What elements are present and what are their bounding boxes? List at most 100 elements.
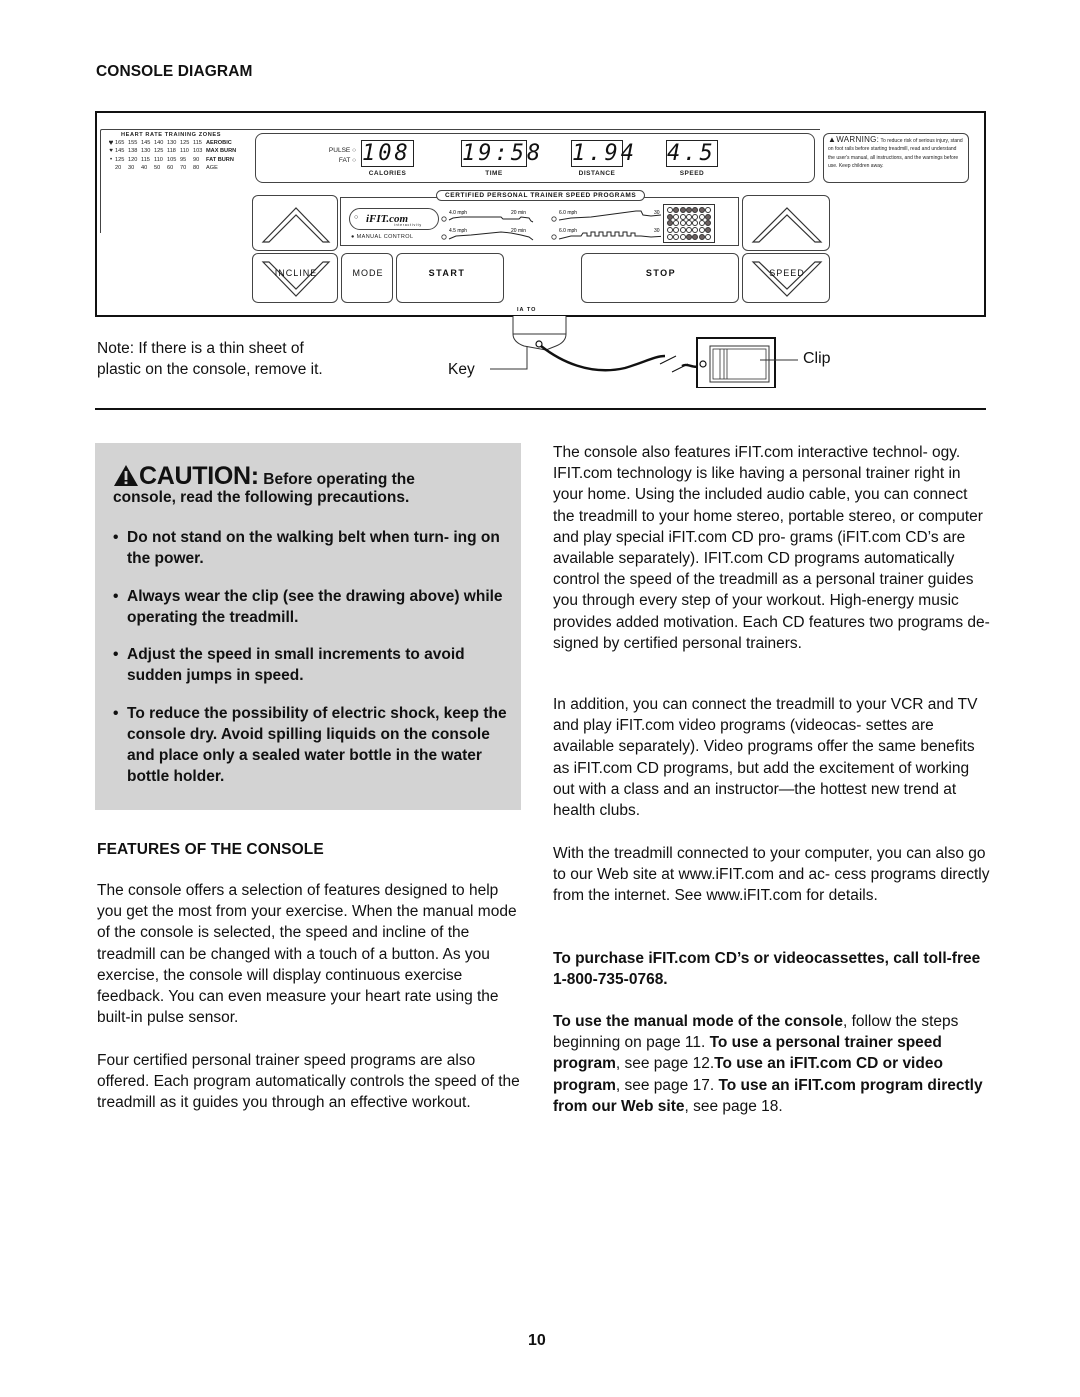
ifit-button[interactable]: ○ iFIT.com interactivity: [349, 208, 439, 230]
mode-label: MODE: [352, 268, 384, 278]
matrix-led-on: [673, 207, 680, 214]
led-display-calories: 108: [361, 140, 414, 167]
matrix-led-off: [692, 213, 699, 220]
bullet-icon: •: [113, 646, 119, 663]
program-duration: 20 min: [511, 228, 526, 234]
heart-rate-value: 125: [154, 148, 164, 155]
heart-rate-value: 80: [193, 164, 200, 171]
matrix-led-off: [685, 213, 692, 220]
heart-rate-zones-title: HEART RATE TRAINING ZONES: [121, 132, 222, 138]
chevron-down-icon: [261, 261, 331, 297]
features-heading: FEATURES OF THE CONSOLE: [97, 841, 324, 858]
matrix-led-on: [698, 207, 705, 214]
video-paragraph: In addition, you can connect the treadmi…: [553, 696, 978, 820]
matrix-led-off: [704, 207, 711, 214]
matrix-led-off: [692, 220, 699, 227]
incline-up-button[interactable]: [252, 195, 338, 251]
matrix-led-on: [692, 207, 699, 214]
incline-down-button[interactable]: INCLINE: [252, 253, 338, 303]
program-start-speed: 6.0 mph: [559, 210, 577, 216]
heart-rate-value: 118: [167, 148, 176, 155]
clip-label: Clip: [803, 350, 831, 367]
start-label: START: [428, 268, 466, 278]
matrix-led-off: [698, 213, 705, 220]
caution-item: • Always wear the clip (see the drawing a…: [111, 586, 511, 628]
heart-rate-zone-row: 20 30 40 50 60 70 80 AGE: [107, 164, 255, 172]
speed-program-1[interactable]: 4.0 mph 20 min: [441, 210, 534, 223]
heart-rate-value: 145: [115, 148, 125, 155]
key-label: Key: [448, 361, 475, 378]
fat-led-icon: ○: [352, 157, 356, 164]
program-duration: 30 min: [654, 228, 661, 234]
pulse-led-icon: ○: [352, 147, 356, 154]
programs-title: CERTIFIED PERSONAL TRAINER SPEED PROGRAM…: [436, 190, 646, 201]
program-profile-line: [448, 216, 534, 223]
heart-rate-value: 40: [141, 164, 148, 171]
purchase-paragraph: To purchase iFIT.com CD’s or videocasset…: [553, 950, 981, 989]
matrix-led-off: [685, 220, 692, 227]
display-label-distance: DISTANCE: [578, 170, 616, 177]
heart-rate-value: 50: [154, 164, 161, 171]
matrix-led-off: [685, 227, 692, 234]
clip-icon: [696, 337, 776, 388]
matrix-led-on: [679, 207, 686, 214]
display-label-calories: CALORIES: [368, 170, 407, 177]
matrix-led-on: [704, 227, 711, 234]
caution-subtitle: Before operating the: [263, 471, 415, 488]
incline-label: INCLINE: [274, 268, 318, 278]
pulse-fat-indicators: PULSE ○ FAT ○: [316, 146, 356, 166]
led-display-distance: 1.94: [571, 140, 637, 167]
caution-intro: console, read the following precautions.: [113, 489, 410, 506]
matrix-led-off: [679, 213, 686, 220]
led-display-speed: 4.5: [666, 140, 718, 167]
matrix-led-off: [679, 233, 686, 240]
matrix-led-on: [698, 233, 705, 240]
program-profiles: 4.0 mph 20 min 6.0 mph 30 min 4.5 mph 20 min 6…: [441, 210, 661, 241]
heart-icon: •: [109, 156, 113, 163]
note-line-1: Note: If there is a thin sheet of: [97, 340, 304, 357]
page-number: 10: [528, 1332, 546, 1349]
heart-rate-value: 145: [141, 140, 151, 147]
start-button[interactable]: START: [396, 253, 504, 303]
note-line-2: plastic on the console, remove it.: [97, 361, 323, 378]
speed-program-3[interactable]: 4.5 mph 20 min: [441, 228, 534, 241]
speed-program-4[interactable]: 6.0 mph 30 min: [551, 228, 661, 240]
heart-rate-zone-label: FAT BURN: [206, 156, 234, 163]
speed-down-button[interactable]: SPEED: [742, 253, 830, 303]
matrix-led-off: [667, 227, 674, 234]
caution-item-text: Adjust the speed in small increments to …: [127, 646, 465, 684]
matrix-led-on: [692, 233, 699, 240]
program-start-speed: 4.5 mph: [449, 228, 467, 234]
matrix-led-off: [704, 233, 711, 240]
matrix-led-off: [679, 227, 686, 234]
speed-label: SPEED: [769, 268, 805, 278]
heart-rate-value: 155: [128, 140, 138, 147]
matrix-led-off: [673, 233, 680, 240]
heart-rate-value: 60: [167, 164, 174, 171]
warning-triangle-icon: ▲: [828, 135, 837, 144]
matrix-led-on: [685, 207, 692, 214]
manual-control-indicator[interactable]: ● MANUAL CONTROL: [351, 234, 413, 240]
program-led-icon: [441, 216, 447, 222]
heart-rate-zone-label: MAX BURN: [206, 148, 237, 155]
program-start-speed: 6.0 mph: [559, 228, 577, 234]
matrix-led-off: [698, 220, 705, 227]
speed-up-button[interactable]: [742, 195, 830, 251]
bullet-icon: •: [113, 588, 119, 605]
program-start-speed: 4.0 mph: [449, 210, 467, 216]
heart-rate-value: 90: [193, 156, 200, 163]
speed-program-2[interactable]: 6.0 mph 30 min: [551, 210, 661, 222]
stop-button[interactable]: STOP: [581, 253, 739, 303]
heart-rate-value: 20: [115, 164, 122, 171]
heart-rate-value: 115: [193, 140, 202, 147]
matrix-led-on: [704, 213, 711, 220]
mode-button[interactable]: MODE: [341, 253, 393, 303]
console-diagram: HEART RATE TRAINING ZONES ♥ 165 155 145 140 1…: [95, 111, 986, 317]
heart-rate-zones-chart: HEART RATE TRAINING ZONES ♥ 165 155 145 140 1…: [107, 131, 255, 187]
fat-indicator-label: FAT: [338, 157, 351, 164]
key-slot-label: IA TO: [517, 307, 537, 313]
heart-rate-value: 105: [167, 156, 177, 163]
caution-title: CAUTION:: [139, 462, 259, 490]
features-paragraph-2: Four certified personal trainer speed pr…: [97, 1052, 520, 1112]
heart-rate-value: 30: [128, 164, 135, 171]
